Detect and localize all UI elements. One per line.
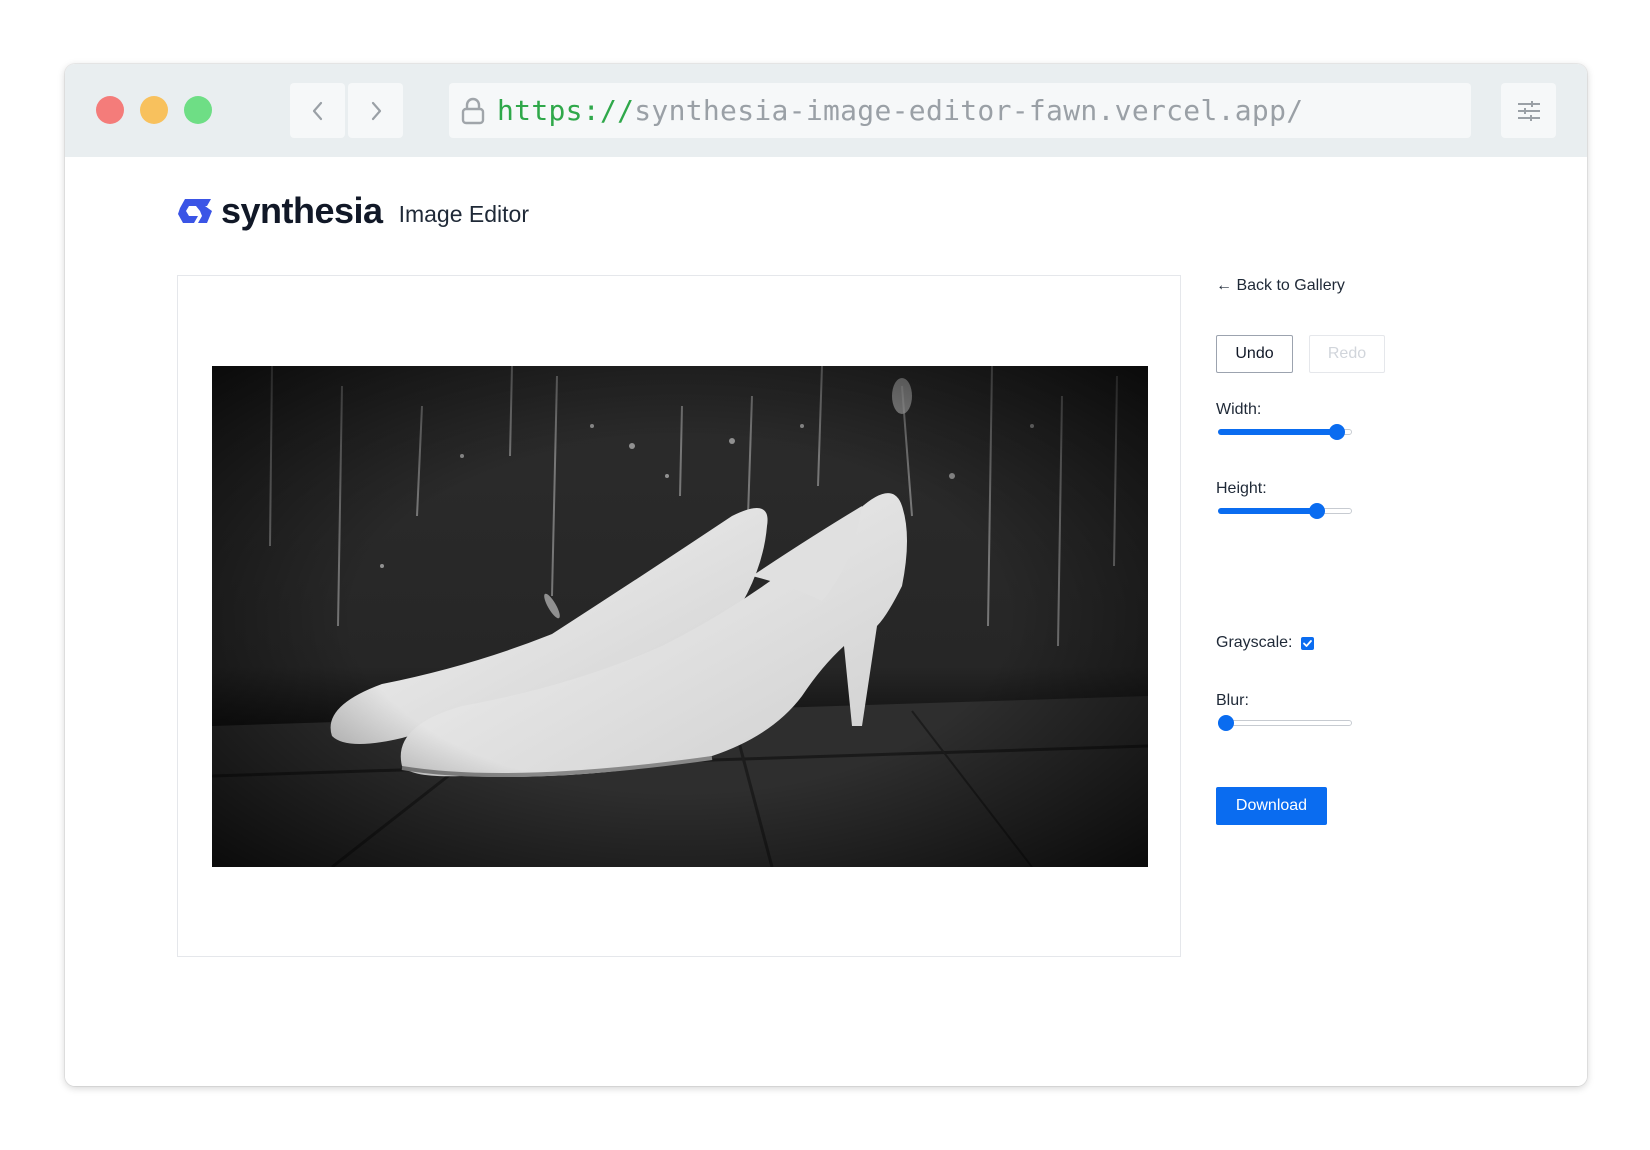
lock-icon [460,96,486,126]
grayscale-checkbox[interactable] [1301,636,1315,650]
address-bar[interactable]: https://synthesia-image-editor-fawn.verc… [449,83,1471,138]
image-preview-panel [177,275,1181,957]
maximize-window-button[interactable] [184,96,212,124]
synthesia-logo-icon [178,199,212,223]
grayscale-row: Grayscale: [1216,634,1315,652]
height-slider-fill [1218,508,1317,514]
undo-button[interactable]: Undo [1216,335,1293,373]
editor-controls: ← Back to Gallery Undo Redo Width: Heigh… [1216,157,1546,857]
minimize-window-button[interactable] [140,96,168,124]
width-label: Width: [1216,401,1262,418]
url-scheme: https:// [497,94,635,127]
back-to-gallery-label: ← Back to Gallery [1216,277,1345,294]
page-title: Image Editor [398,200,529,227]
page-content: synthesia Image Editor ← Back to Gallery… [65,157,1587,1086]
chevron-right-icon [371,101,381,120]
url-text: https://synthesia-image-editor-fawn.verc… [497,94,1303,127]
blur-slider[interactable] [1218,715,1352,731]
app-header: synthesia Image Editor [176,190,529,232]
preview-image [212,366,1148,867]
height-label: Height: [1216,480,1267,497]
browser-window: https://synthesia-image-editor-fawn.verc… [65,64,1587,1086]
close-window-button[interactable] [96,96,124,124]
forward-button[interactable] [348,83,403,138]
back-button[interactable] [290,83,345,138]
checkmark-icon [1303,639,1313,647]
grayscale-label: Grayscale: [1216,634,1293,651]
settings-button[interactable] [1501,83,1556,138]
back-to-gallery-link[interactable]: ← Back to Gallery [1216,277,1345,295]
blur-slider-thumb[interactable] [1218,715,1234,731]
chevron-left-icon [312,101,322,120]
browser-toolbar: https://synthesia-image-editor-fawn.verc… [65,64,1587,157]
width-slider-fill [1218,429,1337,435]
blur-slider-track [1218,720,1352,726]
sliders-icon [1517,100,1540,121]
url-host: synthesia-image-editor-fawn.vercel.app/ [634,94,1304,127]
download-button[interactable]: Download [1216,787,1327,825]
height-slider[interactable] [1218,503,1352,519]
redo-button[interactable]: Redo [1309,335,1385,373]
width-slider-thumb[interactable] [1328,424,1345,440]
blur-label: Blur: [1216,692,1249,709]
width-slider[interactable] [1218,424,1352,440]
brand-name: synthesia [221,190,383,231]
height-slider-thumb[interactable] [1308,503,1325,519]
